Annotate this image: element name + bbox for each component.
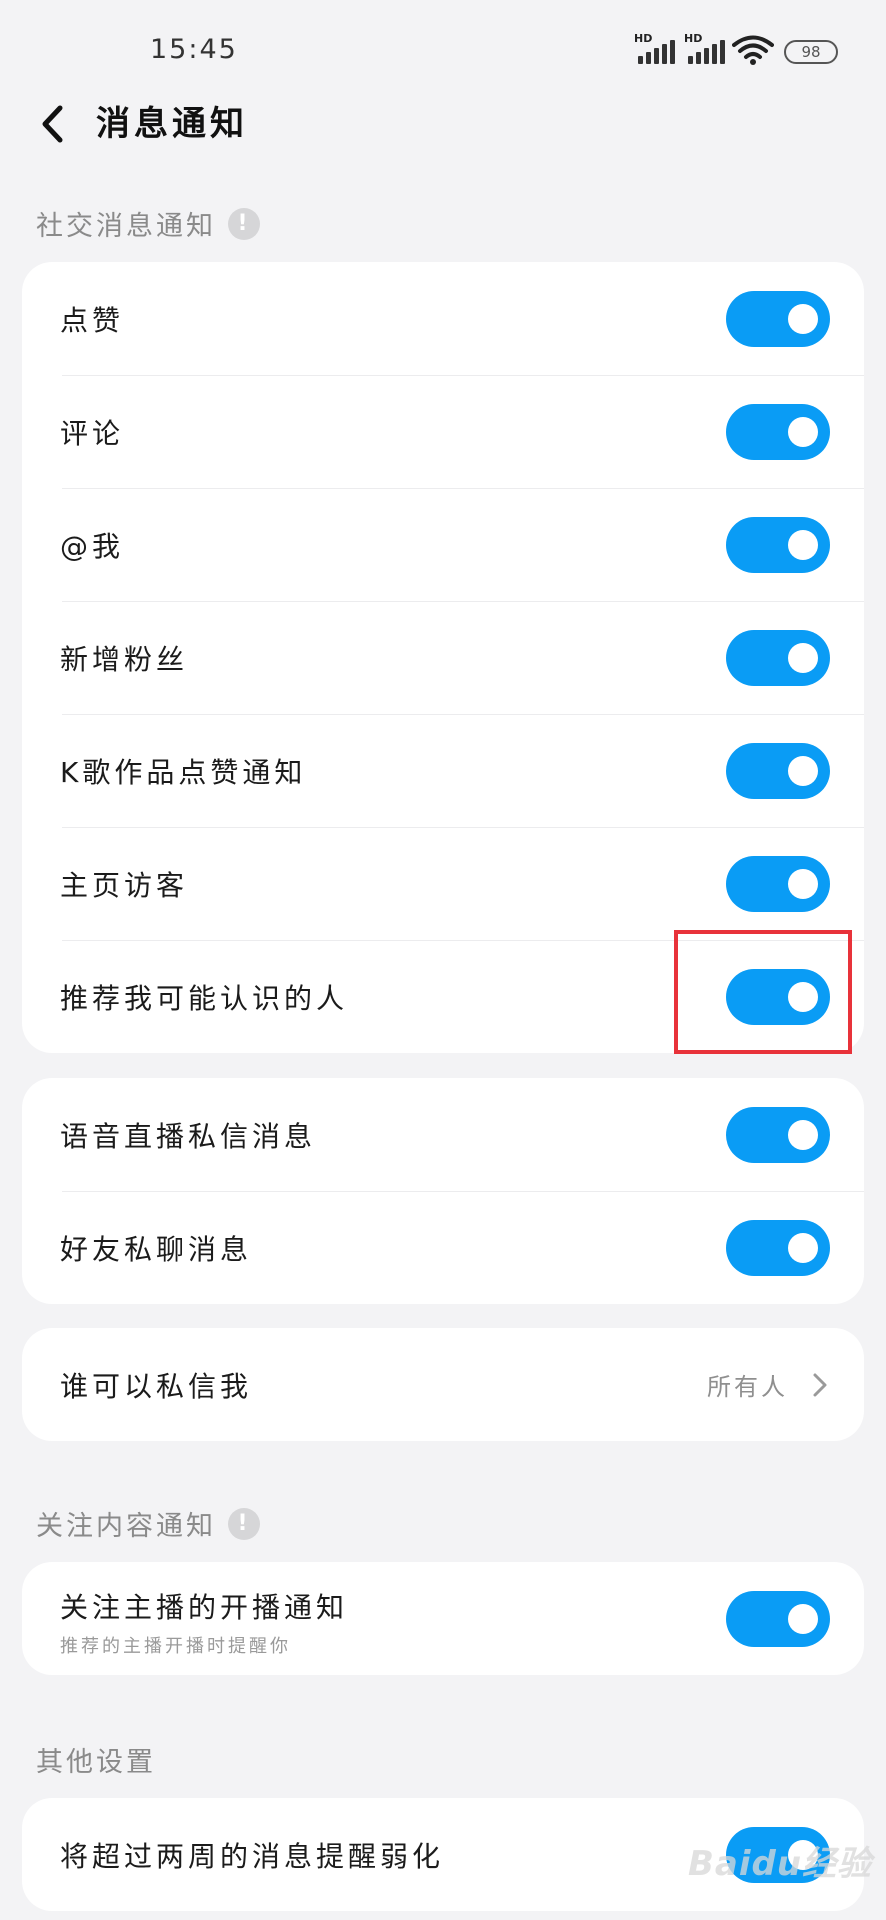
highlight-box	[674, 930, 852, 1054]
setting-row-friend-chat: 好友私聊消息	[22, 1191, 864, 1304]
private-message-card: 语音直播私信消息 好友私聊消息	[22, 1078, 864, 1304]
section-label-social: 社交消息通知 !	[36, 204, 260, 243]
page-title: 消息通知	[96, 104, 248, 144]
setting-row-profile-visitors: 主页访客	[22, 827, 864, 940]
section-label-follow: 关注内容通知 !	[36, 1504, 260, 1543]
battery-indicator: 98	[784, 40, 838, 64]
setting-row-sublabel: 推荐的主播开播时提醒你	[60, 1636, 291, 1657]
voice-live-dm-toggle[interactable]	[726, 1106, 830, 1163]
section-label-other: 其他设置	[36, 1747, 156, 1778]
friend-chat-toggle[interactable]	[726, 1219, 830, 1276]
new-followers-toggle[interactable]	[726, 629, 830, 686]
setting-row-new-followers: 新增粉丝	[22, 601, 864, 714]
wifi-icon	[732, 35, 774, 65]
chevron-right-icon	[813, 1373, 827, 1396]
info-icon[interactable]: !	[228, 207, 260, 240]
status-time: 15:45	[150, 34, 238, 65]
setting-row-karaoke-like: K歌作品点赞通知	[22, 714, 864, 827]
who-can-message-value: 所有人	[707, 1373, 788, 1401]
status-bar: 15:45 HD HD 98	[0, 0, 886, 100]
baidu-watermark: Baidu经验	[688, 1844, 873, 1884]
comment-toggle[interactable]	[726, 403, 830, 460]
signal-icon: HD	[684, 32, 728, 66]
follow-content-card: 关注主播的开播通知 推荐的主播开播时提醒你	[22, 1562, 864, 1675]
like-toggle[interactable]	[726, 290, 830, 347]
profile-visitors-toggle[interactable]	[726, 855, 830, 912]
karaoke-like-toggle[interactable]	[726, 742, 830, 799]
message-notification-settings-page: 15:45 HD HD 98 消息通知 社交消息通知 ! 点赞 评论 @我 新增…	[0, 0, 886, 1920]
setting-row-who-can-message[interactable]: 谁可以私信我 所有人	[22, 1328, 864, 1441]
signal-icon: HD	[634, 32, 678, 66]
setting-row-like: 点赞	[22, 262, 864, 375]
streamer-live-toggle[interactable]	[726, 1590, 830, 1647]
setting-row-comment: 评论	[22, 375, 864, 488]
mention-toggle[interactable]	[726, 516, 830, 573]
info-icon[interactable]: !	[228, 1507, 260, 1540]
setting-row-voice-live-dm: 语音直播私信消息	[22, 1078, 864, 1191]
who-can-message-card[interactable]: 谁可以私信我 所有人	[22, 1328, 864, 1441]
back-icon[interactable]	[32, 102, 72, 146]
setting-row-mention: @我	[22, 488, 864, 601]
setting-row-streamer-live: 关注主播的开播通知 推荐的主播开播时提醒你	[22, 1562, 864, 1675]
